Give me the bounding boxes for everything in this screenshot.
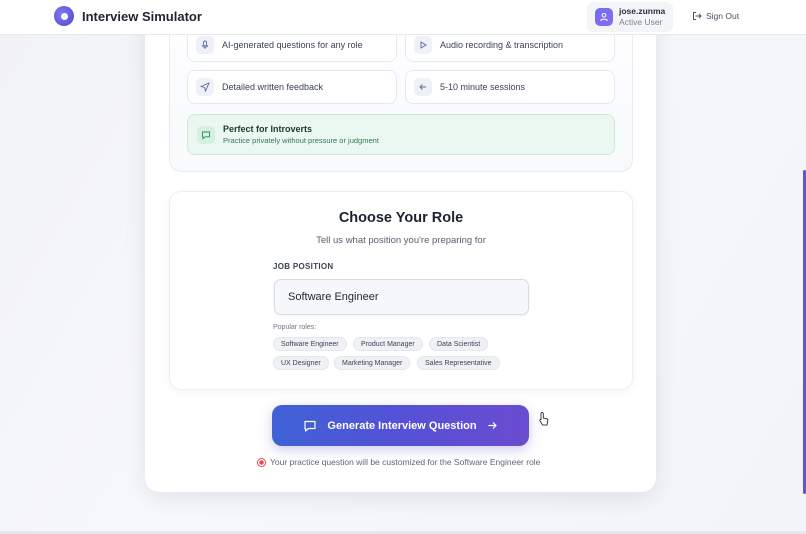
introvert-title: Perfect for Introverts — [223, 124, 313, 134]
sign-out-icon — [693, 12, 702, 20]
feature-label: AI-generated questions for any role — [222, 40, 363, 50]
introvert-callout: Perfect for Introverts Practice privatel… — [187, 114, 615, 155]
role-chip[interactable]: Software Engineer — [273, 337, 347, 351]
back-arrow-icon — [414, 78, 432, 96]
play-icon — [414, 36, 432, 54]
feature-label: Audio recording & transcription — [440, 40, 564, 50]
customization-note-text: Your practice question will be customize… — [270, 457, 541, 467]
user-profile[interactable]: jose.zunma Active User — [587, 2, 673, 32]
feature-label: Detailed written feedback — [222, 82, 324, 92]
role-subheading: Tell us what position you're preparing f… — [316, 235, 486, 246]
generate-button-label: Generate Interview Question — [327, 419, 477, 432]
brand[interactable]: Interview Simulator — [54, 6, 202, 26]
sign-out-label: Sign Out — [706, 11, 740, 21]
top-header: Interview Simulator jose.zunma Active Us… — [0, 0, 806, 35]
mouse-cursor-icon — [539, 412, 549, 426]
app-title: Interview Simulator — [82, 8, 202, 24]
arrow-right-icon — [488, 422, 497, 429]
sign-out-button[interactable]: Sign Out — [692, 11, 739, 21]
role-chip[interactable]: Data Scientist — [429, 337, 489, 351]
generate-question-button[interactable]: Generate Interview Question — [272, 405, 529, 446]
feature-item: 5-10 minute sessions — [405, 70, 615, 104]
send-icon — [196, 78, 214, 96]
role-chip[interactable]: UX Designer — [273, 356, 329, 370]
role-chip[interactable]: Sales Representative — [417, 356, 500, 370]
main-card: AI-generated questions for any role Audi… — [145, 0, 656, 492]
job-position-label: JOB POSITION — [273, 262, 334, 271]
target-icon — [257, 457, 266, 467]
message-icon — [197, 125, 215, 144]
job-position-input[interactable] — [274, 279, 529, 315]
user-status: Active User — [619, 17, 663, 27]
user-icon — [595, 8, 613, 26]
app-logo-icon — [54, 6, 74, 26]
mic-icon — [196, 36, 214, 54]
feature-item: Detailed written feedback — [187, 70, 397, 104]
choose-role-panel: Choose Your Role Tell us what position y… — [169, 191, 633, 390]
popular-roles-label: Popular roles: — [273, 324, 317, 331]
role-chip[interactable]: Marketing Manager — [334, 356, 411, 370]
role-chip[interactable]: Product Manager — [353, 337, 423, 351]
introvert-subtitle: Practice privately without pressure or j… — [223, 136, 379, 145]
feature-label: 5-10 minute sessions — [440, 82, 526, 92]
chat-icon — [304, 420, 317, 432]
user-name: jose.zunma — [619, 6, 666, 16]
customization-note: Your practice question will be customize… — [257, 457, 540, 467]
role-heading: Choose Your Role — [338, 210, 464, 226]
